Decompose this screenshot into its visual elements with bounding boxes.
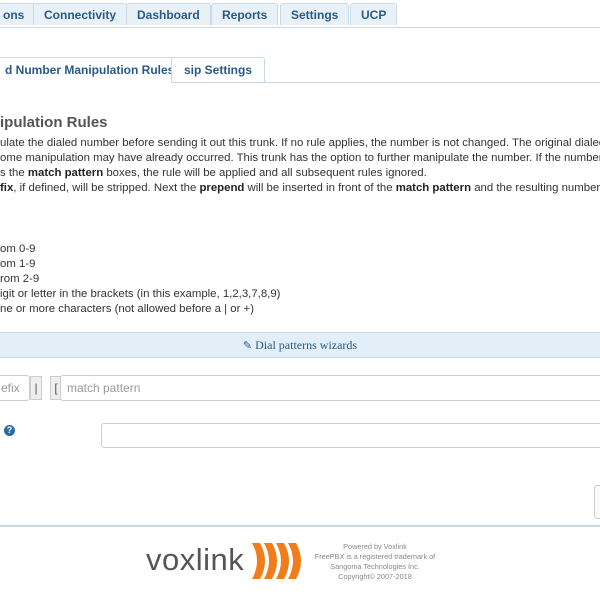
prefix-input[interactable]: efix — [0, 375, 30, 401]
rule-item: om 0-9 — [0, 243, 36, 255]
match-pattern-placeholder: match pattern — [67, 381, 141, 395]
tab-sip-settings[interactable]: sip Settings — [171, 57, 266, 83]
trademark-line-1: FreePBX is a registered trademark of — [314, 552, 436, 561]
copyright: Copyright© 2007-2018 — [338, 572, 412, 581]
section-title: ipulation Rules — [0, 114, 108, 131]
text-field[interactable] — [101, 423, 600, 448]
description-line-4: fix, if defined, will be stripped. Next … — [0, 182, 600, 194]
nav-settings[interactable]: Settings — [280, 3, 350, 25]
side-button[interactable] — [594, 485, 600, 519]
footer-credits: Powered by Voxlink FreePBX is a register… — [300, 542, 450, 582]
match-pattern-input[interactable]: match pattern — [60, 375, 600, 401]
powered-by: Powered by Voxlink — [343, 542, 407, 551]
description-line-1: ulate the dialed number before sending i… — [0, 137, 600, 149]
pencil-icon: ✎ — [242, 339, 253, 352]
rule-item: igit or letter in the brackets (in this … — [0, 288, 281, 300]
wizard-label: Dial patterns wizards — [255, 338, 358, 352]
pipe-separator: | — [30, 376, 42, 400]
description-line-3: s the match pattern boxes, the rule will… — [0, 167, 427, 179]
nav-applications[interactable]: ons — [0, 3, 36, 25]
footer-divider — [0, 525, 600, 527]
nav-dashboard[interactable]: Dashboard — [126, 3, 211, 25]
top-nav: ons Connectivity Dashboard Reports Setti… — [0, 0, 600, 28]
help-icon[interactable]: ? — [4, 425, 15, 436]
rule-item: om 1-9 — [0, 258, 36, 270]
dial-patterns-wizard-button[interactable]: ✎ Dial patterns wizards — [0, 332, 600, 358]
nav-reports[interactable]: Reports — [211, 3, 279, 25]
rule-item: ne or more characters (not allowed befor… — [0, 303, 254, 315]
nav-connectivity[interactable]: Connectivity — [33, 3, 128, 25]
rule-item: rom 2-9 — [0, 273, 40, 285]
description-line-2: ome manipulation may have already occurr… — [0, 152, 600, 164]
prefix-placeholder: efix — [1, 381, 20, 395]
trademark-line-2: Sangoma Technologies Inc. — [330, 562, 420, 571]
tab-dialed-number-manipulation-rules[interactable]: d Number Manipulation Rules — [0, 57, 188, 83]
voxlink-logo: voxlink — [146, 542, 245, 577]
nav-ucp[interactable]: UCP — [350, 3, 398, 25]
